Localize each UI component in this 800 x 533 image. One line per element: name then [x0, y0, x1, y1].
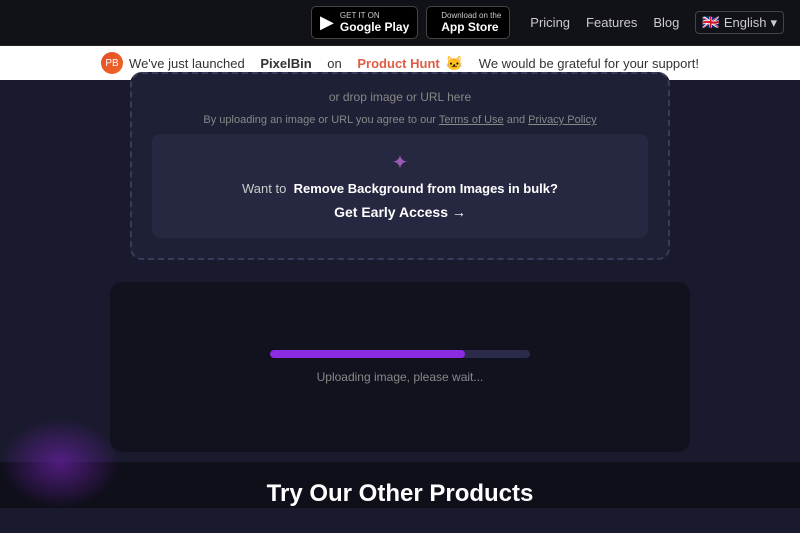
privacy-policy-link[interactable]: Privacy Policy: [528, 114, 596, 126]
blog-link[interactable]: Blog: [653, 15, 679, 30]
app-store-badge[interactable]: Download on the App Store: [426, 6, 510, 39]
bulk-section: ✦ Want to Remove Background from Images …: [152, 134, 648, 238]
main-area: or drop image or URL here By uploading a…: [0, 80, 800, 508]
lang-label: English: [724, 15, 767, 30]
bulk-text: Want to Remove Background from Images in…: [172, 181, 628, 196]
nav-links: Pricing Features Blog 🇬🇧 English ▾: [530, 11, 784, 34]
decorative-blob: [0, 418, 120, 508]
terms-text: By uploading an image or URL you agree t…: [152, 114, 648, 126]
product-hunt-icon: 🐱: [446, 55, 463, 72]
other-products-title: Try Our Other Products: [0, 480, 800, 508]
brand-name: PixelBin: [260, 56, 311, 71]
early-access-button[interactable]: Get Early Access →: [334, 204, 466, 220]
google-play-icon: ▶: [320, 12, 334, 33]
drop-text: or drop image or URL here: [152, 90, 648, 104]
announcement-on: on: [327, 56, 341, 71]
features-link[interactable]: Features: [586, 15, 637, 30]
app-store-top-label: Download on the: [441, 11, 501, 20]
upload-card: or drop image or URL here By uploading a…: [130, 72, 670, 260]
progress-section: Uploading image, please wait...: [110, 282, 690, 452]
chevron-down-icon: ▾: [770, 15, 777, 31]
google-play-label: Google Play: [340, 20, 409, 34]
avatar: PB: [101, 52, 123, 74]
announcement-text-before: We've just launched: [129, 56, 245, 71]
progress-bar-container: [270, 350, 530, 358]
progress-bar-fill: [270, 350, 465, 358]
google-play-top-label: GET IT ON: [340, 11, 409, 20]
product-hunt-link[interactable]: Product Hunt: [357, 56, 439, 71]
announcement-text-after: We would be grateful for your support!: [479, 56, 699, 71]
app-store-label: App Store: [441, 20, 501, 34]
flag-icon: 🇬🇧: [702, 14, 719, 31]
google-play-badge[interactable]: ▶ GET IT ON Google Play: [311, 6, 418, 39]
navbar: ▶ GET IT ON Google Play Download on the …: [0, 0, 800, 46]
language-selector[interactable]: 🇬🇧 English ▾: [695, 11, 784, 34]
bulk-icon: ✦: [172, 150, 628, 175]
terms-of-use-link[interactable]: Terms of Use: [439, 114, 504, 126]
pricing-link[interactable]: Pricing: [530, 15, 570, 30]
other-products-section: Try Our Other Products: [0, 462, 800, 508]
progress-label: Uploading image, please wait...: [317, 370, 484, 384]
